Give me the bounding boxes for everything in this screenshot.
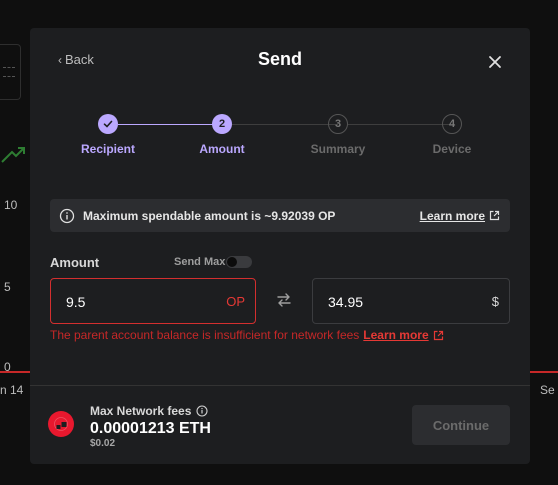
error-message: The parent account balance is insufficie… bbox=[50, 328, 444, 342]
fee-label: Max Network fees bbox=[90, 404, 208, 418]
step-number: 4 bbox=[442, 114, 462, 134]
send-max-toggle[interactable] bbox=[226, 256, 252, 268]
divider bbox=[30, 385, 530, 386]
learn-more-label: Learn more bbox=[419, 208, 485, 223]
background-card bbox=[0, 44, 21, 100]
fee-label-text: Max Network fees bbox=[90, 404, 192, 418]
info-icon bbox=[59, 208, 75, 223]
op-coin-icon bbox=[48, 411, 74, 437]
fiat-amount-input[interactable] bbox=[328, 293, 458, 311]
crypto-amount-input[interactable] bbox=[66, 293, 196, 311]
fee-value: 0.00001213 ETH bbox=[90, 420, 211, 437]
info-icon[interactable] bbox=[196, 405, 208, 417]
learn-more-link[interactable]: Learn more bbox=[420, 209, 500, 223]
step-recipient: Recipient bbox=[58, 114, 158, 156]
date-label: n 14 bbox=[0, 383, 24, 397]
toggle-knob bbox=[227, 257, 237, 267]
step-label: Device bbox=[432, 142, 472, 156]
error-learn-more-link[interactable]: Learn more bbox=[363, 328, 428, 342]
axis-tick: 5 bbox=[4, 280, 11, 294]
banner-message: Maximum spendable amount is ~9.92039 OP bbox=[83, 208, 336, 223]
error-text: The parent account balance is insufficie… bbox=[50, 328, 360, 342]
fiat-unit: $ bbox=[491, 294, 499, 309]
info-banner: Maximum spendable amount is ~9.92039 OP … bbox=[50, 199, 510, 232]
date-label: Se bbox=[540, 383, 555, 397]
crypto-unit: OP bbox=[226, 294, 245, 309]
step-label: Recipient bbox=[80, 142, 135, 156]
modal-title: Send bbox=[257, 49, 302, 69]
swap-icon[interactable] bbox=[276, 292, 292, 308]
step-amount: 2 Amount bbox=[172, 114, 272, 156]
step-number: 2 bbox=[212, 114, 232, 134]
external-link-icon bbox=[433, 330, 443, 340]
step-label: Summary bbox=[310, 142, 366, 156]
step-device: 4 Device bbox=[402, 114, 502, 156]
step-label: Amount bbox=[199, 142, 245, 156]
check-icon bbox=[98, 114, 118, 134]
stepper: Recipient 2 Amount 3 Summary 4 Device bbox=[30, 114, 530, 164]
continue-button[interactable]: Continue bbox=[412, 405, 510, 445]
trend-up-icon bbox=[1, 147, 25, 163]
close-icon[interactable] bbox=[486, 53, 504, 71]
crypto-amount-field: OP bbox=[50, 278, 256, 324]
amount-label: Amount bbox=[50, 255, 100, 270]
external-link-icon bbox=[489, 210, 500, 221]
step-summary: 3 Summary bbox=[288, 114, 388, 156]
step-number: 3 bbox=[328, 114, 348, 134]
fee-fiat-value: $0.02 bbox=[90, 438, 116, 449]
send-modal: ‹ Back Send Recipient 2 Amount 3 Summary… bbox=[30, 28, 530, 464]
send-max-label: Send Max bbox=[174, 256, 226, 268]
fiat-amount-field: $ bbox=[312, 278, 510, 324]
axis-tick: 10 bbox=[4, 198, 18, 212]
